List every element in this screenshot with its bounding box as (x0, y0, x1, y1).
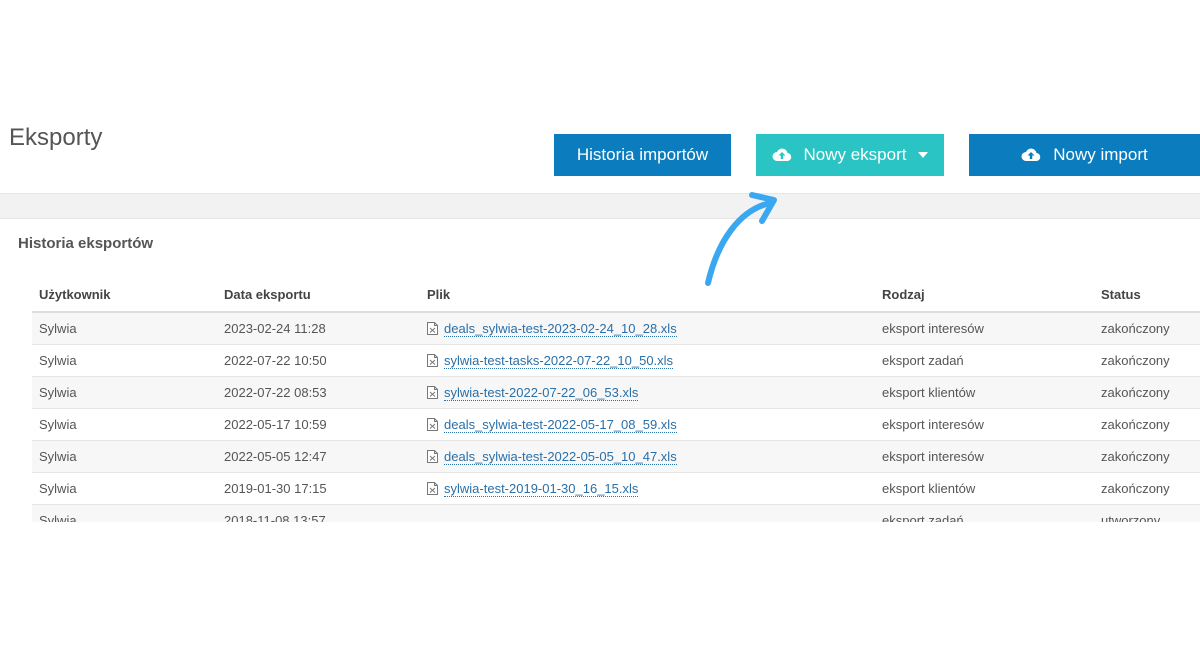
cell-user: Sylwia (32, 344, 217, 377)
column-header-user: Użytkownik (32, 277, 217, 313)
cell-date: 2018-11-08 13:57 (217, 504, 420, 522)
cell-file: sylwia-test-tasks-2022-07-22_10_50.xls (420, 344, 875, 377)
cell-date: 2022-07-22 08:53 (217, 376, 420, 409)
table-row: Sylwia 2022-05-05 12:47 deals_sylwia-test-… (32, 440, 1200, 473)
cell-date: 2023-02-24 11:28 (217, 312, 420, 345)
new-import-label: Nowy import (1053, 145, 1148, 164)
cell-file: deals_sylwia-test-2023-02-24_10_28.xls (420, 312, 875, 345)
cell-user: Sylwia (32, 440, 217, 473)
excel-file-icon (427, 482, 438, 495)
cell-user: Sylwia (32, 504, 217, 522)
excel-file-icon (427, 354, 438, 367)
table-row: Sylwia 2022-05-17 10:59 deals_sylwia-test-… (32, 408, 1200, 441)
caret-down-icon (918, 152, 929, 158)
column-header-file: Plik (420, 277, 875, 313)
cell-type: eksport klientów (875, 376, 1094, 409)
column-header-date: Data eksportu (217, 277, 420, 313)
cell-status: zakończony (1094, 376, 1200, 409)
divider-band (0, 193, 1200, 219)
history-imports-label: Historia importów (576, 145, 709, 164)
cell-user: Sylwia (32, 376, 217, 409)
table-header-row: Użytkownik Data eksportu Plik Rodzaj Sta… (32, 277, 1200, 313)
file-download-link[interactable]: sylwia-test-tasks-2022-07-22_10_50.xls (444, 353, 674, 369)
cell-date: 2022-05-17 10:59 (217, 408, 420, 441)
excel-file-icon (427, 322, 438, 335)
cell-status: zakończony (1094, 312, 1200, 345)
section-title: Historia eksportów (18, 235, 154, 252)
table-row: Sylwia 2022-07-22 10:50 sylwia-test-tasks-… (32, 344, 1200, 377)
cell-type: eksport zadań (875, 504, 1094, 522)
cell-user: Sylwia (32, 408, 217, 441)
new-export-button[interactable]: Nowy eksport (756, 134, 944, 176)
cell-user: Sylwia (32, 312, 217, 345)
history-imports-button[interactable]: Historia importów (554, 134, 731, 176)
new-import-button[interactable]: Nowy import (969, 134, 1200, 176)
cloud-upload-icon (772, 147, 792, 163)
cell-file: deals_sylwia-test-2022-05-05_10_47.xls (420, 440, 875, 473)
cell-date: 2022-05-05 12:47 (217, 440, 420, 473)
cell-type: eksport klientów (875, 472, 1094, 505)
file-download-link[interactable]: deals_sylwia-test-2022-05-05_10_47.xls (444, 449, 677, 465)
cell-status: zakończony (1094, 408, 1200, 441)
highlight-arrow-icon (705, 192, 777, 286)
file-download-link[interactable]: deals_sylwia-test-2022-05-17_08_59.xls (444, 417, 677, 433)
cell-type: eksport interesów (875, 312, 1094, 345)
cell-file (420, 504, 875, 522)
table-row: Sylwia 2022-07-22 08:53 sylwia-test-2022-0… (32, 376, 1200, 409)
cell-file: sylwia-test-2022-07-22_06_53.xls (420, 376, 875, 409)
cell-file: deals_sylwia-test-2022-05-17_08_59.xls (420, 408, 875, 441)
cell-type: eksport interesów (875, 440, 1094, 473)
cell-user: Sylwia (32, 472, 217, 505)
page-title: Eksporty (9, 124, 103, 151)
excel-file-icon (427, 418, 438, 431)
column-header-status: Status (1094, 277, 1200, 313)
cell-type: eksport zadań (875, 344, 1094, 377)
file-download-link[interactable]: sylwia-test-2022-07-22_06_53.xls (444, 385, 639, 401)
table-row: Sylwia 2018-11-08 13:57 eksport zadań utwor… (32, 504, 1200, 522)
table-row: Sylwia 2023-02-24 11:28 deals_sylwia-test-… (32, 312, 1200, 345)
column-header-type: Rodzaj (875, 277, 1094, 313)
excel-file-icon (427, 450, 438, 463)
cell-status: utworzony (1094, 504, 1200, 522)
file-download-link[interactable]: sylwia-test-2019-01-30_16_15.xls (444, 481, 639, 497)
new-export-label: Nowy eksport (803, 145, 907, 164)
cell-status: zakończony (1094, 344, 1200, 377)
cell-date: 2019-01-30 17:15 (217, 472, 420, 505)
excel-file-icon (427, 386, 438, 399)
cloud-upload-icon (1021, 147, 1041, 163)
cell-file: sylwia-test-2019-01-30_16_15.xls (420, 472, 875, 505)
exports-table: Użytkownik Data eksportu Plik Rodzaj Sta… (32, 277, 1200, 522)
cell-type: eksport interesów (875, 408, 1094, 441)
cell-date: 2022-07-22 10:50 (217, 344, 420, 377)
table-row: Sylwia 2019-01-30 17:15 sylwia-test-2019-0… (32, 472, 1200, 505)
cell-status: zakończony (1094, 472, 1200, 505)
cell-status: zakończony (1094, 440, 1200, 473)
file-download-link[interactable]: deals_sylwia-test-2023-02-24_10_28.xls (444, 321, 677, 337)
